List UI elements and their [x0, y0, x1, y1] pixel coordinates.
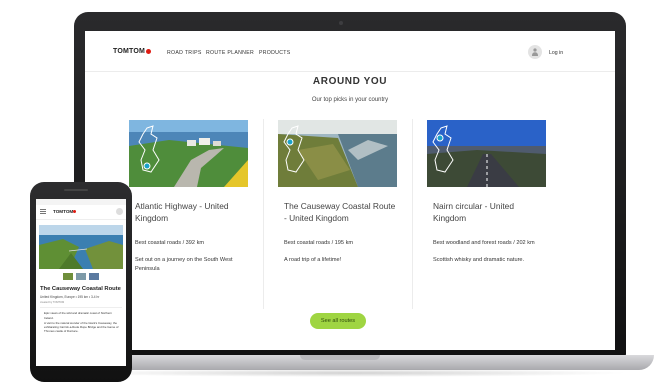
route-photo: [129, 120, 248, 187]
laptop-camera: [339, 21, 343, 25]
logo-text: TOMTOM: [113, 48, 146, 55]
user-icon: [532, 48, 538, 56]
route-description: A road trip of a lifetime!: [284, 257, 342, 264]
card-divider: [412, 119, 413, 309]
route-title[interactable]: Nairn circular - United Kingdom: [427, 201, 546, 225]
card-divider: [263, 119, 264, 309]
route-title[interactable]: The Causeway Coastal Route - United King…: [278, 201, 397, 225]
thumbnail[interactable]: [63, 273, 73, 280]
phone-route-credit: created by TOMTOM: [40, 301, 65, 305]
causeway-hero-photo: [39, 225, 123, 269]
phone-nav: TOMTOM: [36, 205, 126, 220]
nav-link-route-planner[interactable]: ROUTE PLANNER: [206, 50, 254, 56]
list-item: Epic views of the wild and dramatic coas…: [44, 311, 122, 319]
atlantic-highway-photo: [129, 120, 248, 187]
route-description: Set out on a journey on the South West P…: [135, 257, 233, 273]
user-avatar[interactable]: [528, 45, 542, 59]
laptop-notch: [300, 355, 380, 360]
phone-logo-text: TOMTOM: [53, 209, 74, 214]
phone-hero-photo: [39, 225, 123, 269]
nav-link-products[interactable]: PRODUCTS: [259, 50, 291, 56]
see-all-routes-button[interactable]: See all routes: [310, 313, 366, 329]
phone-highlights-list: Epic views of the wild and dramatic coas…: [44, 311, 122, 333]
nairn-circular-photo: [427, 120, 546, 187]
nav-link-road-trips[interactable]: ROAD TRIPS: [167, 50, 202, 56]
phone-divider: [40, 307, 122, 309]
tomtom-logo[interactable]: TOMTOM: [113, 48, 152, 55]
list-item: A visit to the natural wonder of the Gia…: [44, 321, 122, 334]
phone-tomtom-logo[interactable]: TOMTOM: [53, 209, 77, 214]
route-title[interactable]: Atlantic Highway - United Kingdom: [129, 201, 248, 225]
phone-route-meta: United Kingdom, Europe • 195 km • 3-4 hr: [40, 294, 100, 299]
route-meta: Best coastal roads / 195 km: [284, 239, 354, 246]
top-nav: TOMTOM ROAD TRIPS ROUTE PLANNER PRODUCTS…: [85, 31, 615, 72]
route-card-atlantic-highway[interactable]: Atlantic Highway - United Kingdom Best c…: [129, 120, 248, 274]
causeway-coastal-photo: [278, 120, 397, 187]
laptop-screen: TOMTOM ROAD TRIPS ROUTE PLANNER PRODUCTS…: [85, 31, 615, 350]
laptop-shadow: [70, 369, 630, 377]
route-card-nairn-circular[interactable]: Nairn circular - United Kingdom Best woo…: [427, 120, 546, 265]
phone-speaker: [64, 189, 88, 191]
thumbnail[interactable]: [89, 273, 99, 280]
route-photo: [427, 120, 546, 187]
logo-dot-icon: [146, 49, 152, 54]
hamburger-menu-icon[interactable]: [40, 209, 46, 214]
phone-thumbnail-strip: [36, 273, 126, 280]
thumbnail[interactable]: [76, 273, 86, 280]
page-subtitle: Our top picks in your country: [311, 97, 389, 103]
login-link[interactable]: Log in: [549, 50, 563, 56]
route-meta: Best coastal roads / 392 km: [135, 239, 205, 246]
page-title: AROUND YOU: [312, 76, 388, 87]
route-meta: Best woodland and forest roads / 202 km: [433, 239, 535, 246]
route-card-causeway-coastal[interactable]: The Causeway Coastal Route - United King…: [278, 120, 397, 265]
phone-user-avatar[interactable]: [116, 208, 123, 215]
route-photo: [278, 120, 397, 187]
route-description: Scottish whisky and dramatic nature.: [433, 257, 525, 264]
phone-route-title: The Causeway Coastal Route: [40, 286, 121, 292]
phone-logo-dot-icon: [73, 210, 77, 213]
phone-screen: TOMTOM The Causeway Coastal Route United…: [36, 199, 126, 366]
